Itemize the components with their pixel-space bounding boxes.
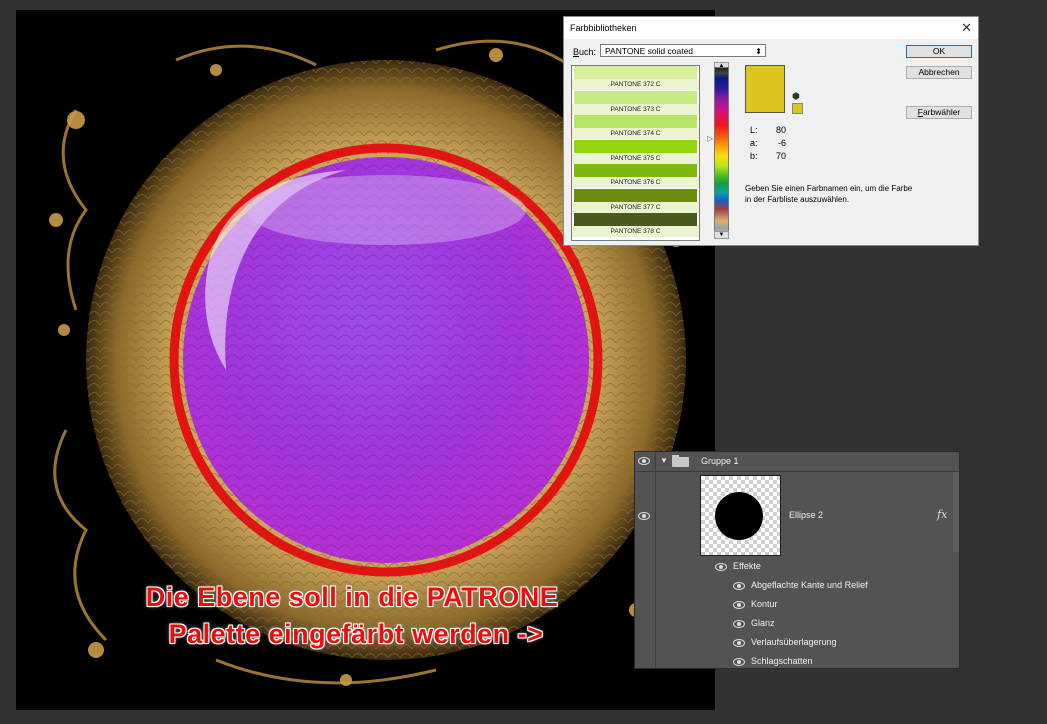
layers-panel: ▼ Gruppe 1 Ellipse 2 fx Effekte Abgeflac…	[634, 451, 960, 669]
eye-icon[interactable]	[638, 457, 650, 465]
book-label: Buch:	[573, 47, 596, 57]
dialog-titlebar[interactable]: Farbbibliotheken ✕	[564, 17, 978, 39]
eye-icon[interactable]	[733, 582, 745, 590]
effect-label: Verlaufsüberlagerung	[751, 637, 837, 647]
eye-icon[interactable]	[638, 512, 650, 520]
lab-a-label: a:	[750, 138, 758, 148]
effects-row[interactable]: Effekte	[715, 561, 915, 579]
swatch-list[interactable]: PANTONE 372 C PANTONE 373 C PANTONE 374 C P…	[571, 65, 700, 241]
swatch-item[interactable]: PANTONE 376 C	[572, 164, 699, 189]
effects-label: Effekte	[733, 561, 761, 571]
close-icon[interactable]: ✕	[961, 20, 972, 36]
info-text: Geben Sie einen Farbnamen ein, um die Fa…	[745, 184, 913, 204]
layer-group-row[interactable]: ▼ Gruppe 1	[635, 452, 959, 472]
swatch-item[interactable]: PANTONE 375 C	[572, 139, 699, 165]
folder-icon	[672, 455, 689, 467]
swatch-name: PANTONE 377 C	[572, 201, 699, 213]
swatch-name: PANTONE 376 C	[572, 177, 699, 188]
effect-label: Glanz	[751, 618, 775, 628]
fx-icon[interactable]: fx	[937, 508, 947, 521]
gamut-cube-icon[interactable]: ⬢	[792, 91, 800, 102]
effect-label: Kontur	[751, 599, 778, 609]
swatch-item[interactable]: PANTONE 372 C	[572, 66, 699, 91]
color-picker-label-rest: arbwähler	[922, 107, 961, 117]
swatch-color	[574, 139, 697, 154]
effect-row[interactable]: Kontur	[733, 599, 933, 617]
expand-arrow-icon[interactable]: ▼	[660, 456, 668, 465]
effect-row[interactable]: Schlagschatten	[733, 656, 933, 674]
caption-line-1: Die Ebene soll in die PATRONE	[145, 582, 559, 612]
swatch-name: PANTONE 374 C	[572, 128, 699, 139]
swatch-name: PANTONE 372 C	[572, 79, 699, 90]
dialog-title: Farbbibliotheken	[570, 23, 637, 33]
lab-b-label: b:	[750, 151, 758, 161]
effect-row[interactable]: Glanz	[733, 618, 933, 636]
web-safe-swatch[interactable]	[792, 103, 803, 114]
swatch-name: PANTONE 378 C	[572, 226, 699, 237]
spectrum-down-arrow-icon[interactable]: ▼	[714, 231, 729, 239]
color-spectrum-slider[interactable]	[714, 67, 729, 239]
lab-l-value: 80	[775, 125, 786, 135]
swatch-name: PANTONE 373 C	[572, 103, 699, 115]
eye-icon[interactable]	[733, 639, 745, 647]
effect-label: Abgeflachte Kante und Relief	[751, 580, 868, 590]
layer-name[interactable]: Ellipse 2	[789, 510, 823, 520]
lab-a-value: -6	[777, 138, 786, 148]
eye-icon[interactable]	[715, 563, 727, 571]
effect-row[interactable]: Abgeflachte Kante und Relief	[733, 580, 933, 598]
swatch-item[interactable]: PANTONE 378 C	[572, 213, 699, 238]
swatch-item[interactable]: PANTONE 377 C	[572, 188, 699, 214]
swatch-color	[574, 115, 697, 129]
select-arrows-icon: ⬍	[755, 47, 762, 56]
spectrum-marker-icon[interactable]: ▷	[707, 134, 713, 143]
eye-icon[interactable]	[733, 601, 745, 609]
thumbnail-ellipse-shape	[715, 492, 763, 540]
book-select[interactable]: PANTONE solid coated ⬍	[600, 44, 766, 57]
color-libraries-dialog: Farbbibliotheken ✕ Buch: PANTONE solid c…	[563, 16, 979, 246]
cancel-button[interactable]: Abbrechen	[906, 66, 972, 79]
swatch-color	[574, 213, 697, 227]
effect-row[interactable]: Verlaufsüberlagerung	[733, 637, 933, 655]
eye-icon[interactable]	[733, 620, 745, 628]
swatch-name: PANTONE 375 C	[572, 152, 699, 164]
book-select-value: PANTONE solid coated	[605, 46, 694, 56]
layer-thumbnail[interactable]	[700, 475, 781, 556]
swatch-item[interactable]: PANTONE 373 C	[572, 90, 699, 116]
caption-line-2: Palette eingefärbt werden ->	[168, 619, 544, 649]
current-color-preview	[745, 65, 785, 113]
swatch-color	[574, 90, 697, 105]
swatch-color	[574, 188, 697, 203]
effect-label: Schlagschatten	[751, 656, 813, 666]
swatch-color	[574, 164, 697, 178]
group-name: Gruppe 1	[701, 456, 739, 466]
lab-l-label: L:	[750, 125, 758, 135]
swatch-item[interactable]: PANTONE 374 C	[572, 115, 699, 140]
ok-button[interactable]: OK	[906, 45, 972, 58]
book-label-rest: uch:	[579, 47, 597, 57]
eye-icon[interactable]	[733, 658, 745, 666]
color-picker-button[interactable]: Farbwähler	[906, 106, 972, 119]
swatch-color	[574, 66, 697, 80]
scrollbar[interactable]	[953, 472, 959, 552]
lab-b-value: 70	[775, 151, 786, 161]
